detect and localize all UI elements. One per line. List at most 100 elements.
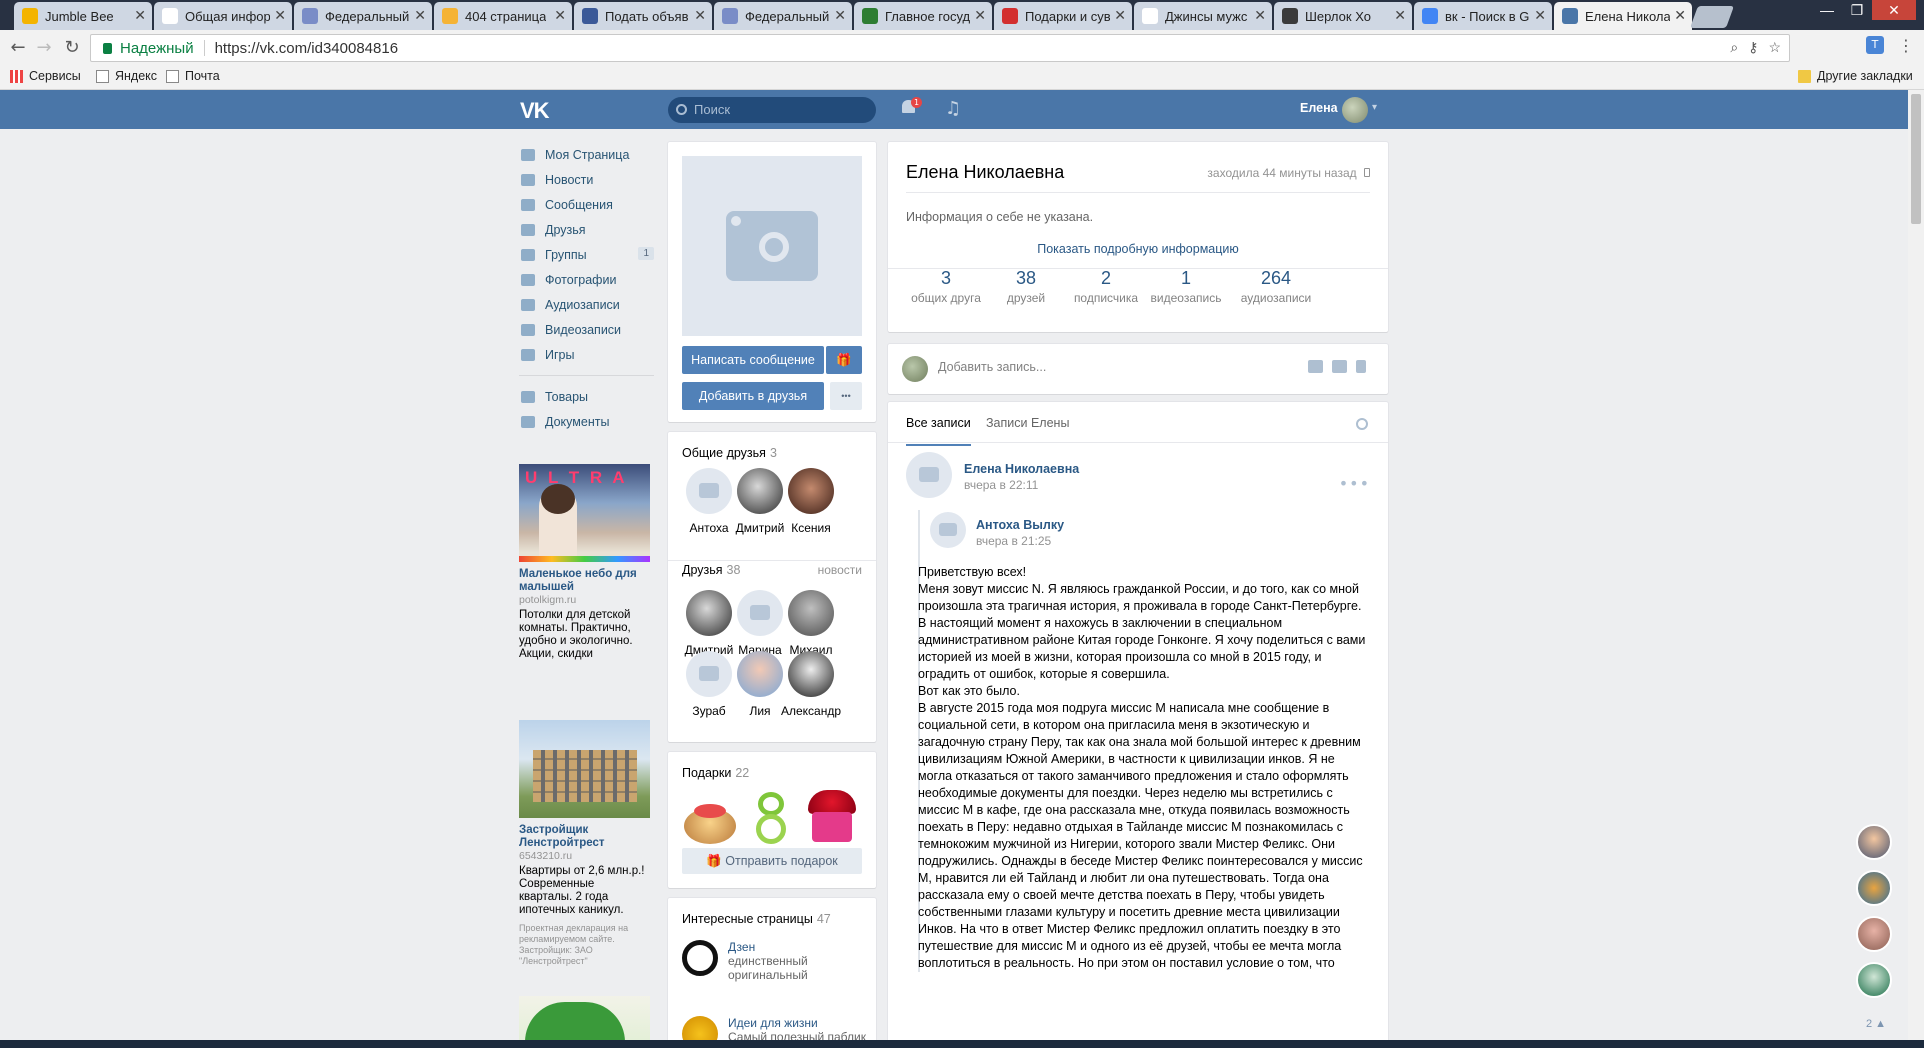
- sidebar-item[interactable]: Сообщения: [519, 192, 654, 217]
- friend-avatar[interactable]: [686, 468, 732, 514]
- mutual-friends-title[interactable]: Общие друзья 3: [682, 446, 777, 460]
- gifts-title[interactable]: Подарки 22: [682, 766, 749, 780]
- repost-author[interactable]: Антоха Вылку: [976, 518, 1064, 532]
- friend-name[interactable]: Ксения: [780, 521, 842, 535]
- new-tab-button[interactable]: [1689, 6, 1735, 28]
- write-message-button[interactable]: Написать сообщение: [682, 346, 824, 374]
- bookmark-other[interactable]: Другие закладки: [1798, 69, 1913, 83]
- sidebar-item[interactable]: Фотографии: [519, 267, 654, 292]
- close-icon[interactable]: ✕: [694, 7, 706, 24]
- scrollbar-thumb[interactable]: [1911, 94, 1921, 224]
- gift-icon[interactable]: 🎁: [826, 346, 862, 374]
- chevron-down-icon[interactable]: ▾: [1372, 102, 1377, 113]
- forward-icon[interactable]: →: [32, 36, 56, 60]
- browser-tab[interactable]: вк - Поиск в G ✕: [1414, 2, 1552, 30]
- close-icon[interactable]: ✕: [1114, 7, 1126, 24]
- close-icon[interactable]: ✕: [1254, 7, 1266, 24]
- add-post-input[interactable]: Добавить запись...: [938, 360, 1046, 374]
- pages-title[interactable]: Интересные страницы 47: [682, 912, 831, 926]
- menu-icon[interactable]: ⋮: [1898, 36, 1914, 55]
- browser-tab[interactable]: Общая инфор ✕: [154, 2, 292, 30]
- vk-logo[interactable]: VK: [520, 98, 550, 124]
- translate-icon[interactable]: Т: [1866, 36, 1884, 54]
- friend-avatar[interactable]: [788, 468, 834, 514]
- chat-avatar[interactable]: [1856, 962, 1892, 998]
- notifications-bell-icon[interactable]: 1: [902, 97, 922, 118]
- page-name[interactable]: Дзен: [728, 940, 876, 954]
- photo-icon[interactable]: [1308, 360, 1323, 373]
- chat-more-indicator[interactable]: 2 ▲: [1866, 1018, 1886, 1030]
- ad-title[interactable]: Застройщик Ленстройтрест: [519, 824, 650, 850]
- close-icon[interactable]: ✕: [974, 7, 986, 24]
- close-icon[interactable]: ✕: [554, 7, 566, 24]
- url-field[interactable]: Надежный https://vk.com/id340084816 ⌕ ⚷ …: [90, 34, 1790, 62]
- chat-avatar[interactable]: [1856, 916, 1892, 952]
- friend-avatar[interactable]: [737, 468, 783, 514]
- audio-icon[interactable]: [1356, 360, 1366, 373]
- post-date[interactable]: вчера в 22:11: [964, 478, 1038, 492]
- browser-tab[interactable]: Подарки и сув ✕: [994, 2, 1132, 30]
- friends-title[interactable]: Друзья 38: [682, 563, 740, 577]
- back-icon[interactable]: ←: [6, 36, 30, 60]
- close-icon[interactable]: ✕: [274, 7, 286, 24]
- bookmark-mail[interactable]: Почта: [166, 69, 220, 83]
- minimize-button[interactable]: —: [1812, 0, 1842, 20]
- sidebar-item[interactable]: Игры: [519, 342, 654, 367]
- more-actions-button[interactable]: •••: [830, 382, 862, 410]
- ad-block-3[interactable]: [519, 996, 650, 1046]
- chat-avatar[interactable]: [1856, 870, 1892, 906]
- sidebar-item[interactable]: Видеозаписи: [519, 317, 654, 342]
- close-icon[interactable]: ✕: [834, 7, 846, 24]
- friend-avatar[interactable]: [686, 651, 732, 697]
- sidebar-item[interactable]: Друзья: [519, 217, 654, 242]
- ad-image[interactable]: U L T R A: [519, 464, 650, 562]
- close-icon[interactable]: ✕: [414, 7, 426, 24]
- repost-date[interactable]: вчера в 21:25: [976, 534, 1051, 548]
- page-item-dzen[interactable]: Дзен единственный оригинальный: [682, 940, 876, 982]
- friend-item[interactable]: Александр: [780, 651, 842, 718]
- bookmark-apps[interactable]: Сервисы: [10, 69, 81, 83]
- close-icon[interactable]: ✕: [1674, 7, 1686, 24]
- close-icon[interactable]: ✕: [134, 7, 146, 24]
- friend-avatar[interactable]: [788, 590, 834, 636]
- profile-counter[interactable]: 1 видеозапись: [1136, 268, 1236, 305]
- ad-block-2[interactable]: Застройщик Ленстройтрест 6543210.ru Квар…: [519, 720, 650, 967]
- key-icon[interactable]: ⚷: [1748, 39, 1758, 56]
- ad-image[interactable]: [519, 996, 650, 1042]
- repost-author-avatar[interactable]: [930, 512, 966, 548]
- music-icon[interactable]: ♫: [945, 98, 961, 119]
- friend-avatar[interactable]: [686, 590, 732, 636]
- page-name[interactable]: Идеи для жизни: [728, 1016, 866, 1030]
- video-icon[interactable]: [1332, 360, 1347, 373]
- vk-search-input[interactable]: Поиск: [668, 97, 876, 123]
- close-icon[interactable]: ✕: [1394, 7, 1406, 24]
- post-menu-icon[interactable]: •••: [1339, 474, 1370, 493]
- friend-avatar[interactable]: [788, 651, 834, 697]
- bookmark-yandex[interactable]: Яндекс: [96, 69, 157, 83]
- profile-counter[interactable]: 264 аудиозаписи: [1226, 268, 1326, 305]
- chat-avatar[interactable]: [1856, 824, 1892, 860]
- browser-tab[interactable]: Елена Никола ✕: [1554, 2, 1692, 30]
- add-friend-button[interactable]: Добавить в друзья: [682, 382, 824, 410]
- send-gift-button[interactable]: 🎁 Отправить подарок: [682, 848, 862, 874]
- search-icon[interactable]: [1356, 418, 1368, 430]
- browser-tab[interactable]: Джинсы мужс ✕: [1134, 2, 1272, 30]
- gift-eight-image[interactable]: [744, 790, 800, 846]
- tab-own-posts[interactable]: Записи Елены: [986, 416, 1069, 444]
- browser-tab[interactable]: Шерлок Хо ✕: [1274, 2, 1412, 30]
- page-scrollbar[interactable]: [1908, 90, 1924, 1048]
- friend-item[interactable]: Михаил: [780, 590, 842, 657]
- browser-tab[interactable]: Главное госуд ✕: [854, 2, 992, 30]
- sidebar-item[interactable]: Аудиозаписи: [519, 292, 654, 317]
- post-author-avatar[interactable]: [906, 452, 952, 498]
- ad-image[interactable]: [519, 720, 650, 818]
- friend-avatar[interactable]: [737, 651, 783, 697]
- sidebar-item[interactable]: Товары: [519, 384, 654, 409]
- friend-name[interactable]: Александр: [780, 704, 842, 718]
- sidebar-item[interactable]: Новости: [519, 167, 654, 192]
- reload-icon[interactable]: ↻: [60, 36, 84, 60]
- show-details-link[interactable]: Показать подробную информацию: [888, 242, 1388, 256]
- post-author[interactable]: Елена Николаевна: [964, 462, 1079, 476]
- close-window-button[interactable]: ✕: [1872, 0, 1916, 20]
- bookmark-star-icon[interactable]: ☆: [1768, 39, 1781, 56]
